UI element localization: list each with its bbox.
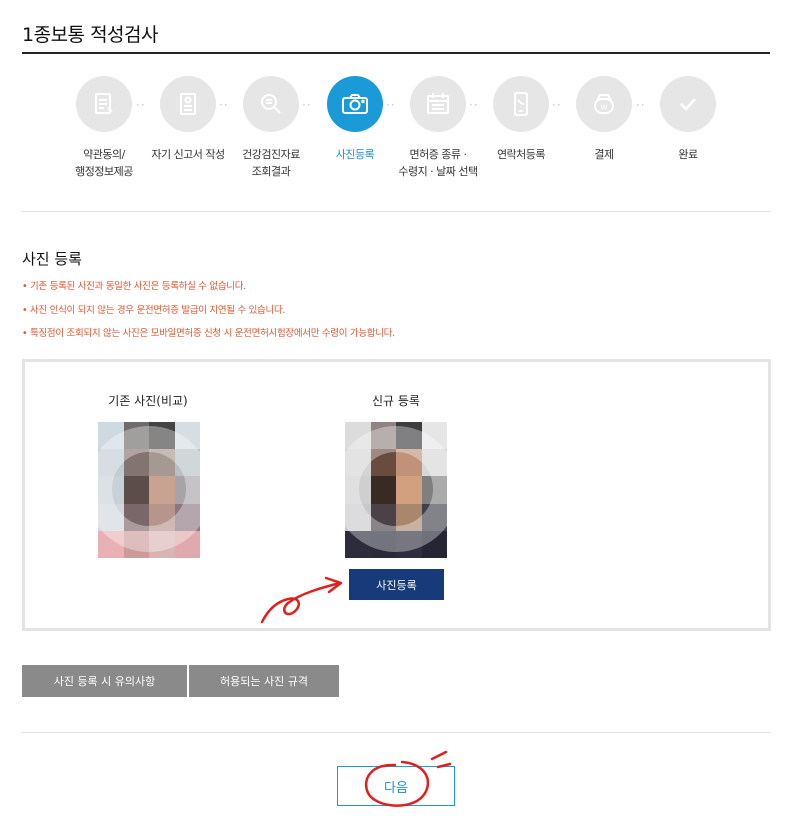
step-payment: W 결제 — [559, 76, 649, 163]
step-label: 결제 — [594, 148, 614, 161]
camera-icon — [342, 94, 368, 114]
existing-photo-title: 기존 사진(비교) — [108, 394, 188, 408]
step-label: 면허증 종류 · 수령지 · 날짜 선택 — [398, 148, 478, 178]
step-label: 건강검진자료 조회결과 — [242, 148, 300, 178]
step-contact: 연락처등록 — [476, 76, 566, 163]
step-self-report: 자기 신고서 작성 — [143, 76, 233, 163]
step-label: 연락처등록 — [496, 148, 546, 161]
step-license-type: 면허증 종류 · 수령지 · 날짜 선택 — [393, 76, 483, 180]
section-divider — [22, 211, 770, 212]
step-label: 자기 신고서 작성 — [151, 148, 225, 161]
notice-text: • 특징점이 조회되지 않는 사진은 모바일면허증 신청 시 운전면허시험장에서… — [22, 328, 395, 339]
photo-caution-button[interactable]: 사진 등록 시 유의사항 — [22, 665, 187, 697]
svg-text:W: W — [601, 104, 608, 112]
step-photo: 사진등록 — [310, 76, 400, 163]
step-label: 사진등록 — [335, 148, 375, 161]
notice-text: • 사진 인식이 되지 않는 경우 운전면허증 발급이 지연될 수 있습니다. — [22, 305, 286, 316]
next-button[interactable]: 다음 — [337, 766, 455, 806]
title-divider — [22, 52, 770, 54]
step-complete: 완료 — [643, 76, 733, 163]
photo-register-button[interactable]: 사진등록 — [349, 569, 444, 600]
step-health: 건강검진자료 조회결과 — [226, 76, 316, 180]
step-label: 완료 — [678, 148, 698, 161]
search-icon — [261, 94, 281, 114]
step-terms: 약관동의/ 행정정보제공 — [59, 76, 149, 180]
step-label: 약관동의/ 행정정보제공 — [75, 148, 133, 178]
calendar-icon — [427, 93, 449, 114]
bottom-divider — [22, 732, 770, 733]
phone-icon — [514, 92, 528, 116]
check-icon — [680, 98, 696, 111]
section-title: 사진 등록 — [22, 250, 82, 268]
page-title: 1종보통 적성검사 — [22, 24, 159, 46]
new-photo — [345, 422, 447, 558]
existing-photo — [98, 422, 200, 558]
document-icon — [95, 93, 113, 114]
photo-spec-button[interactable]: 허용되는 사진 규격 — [189, 665, 339, 697]
new-photo-title: 신규 등록 — [372, 394, 420, 408]
form-icon — [180, 93, 196, 115]
wallet-icon: W — [594, 94, 614, 114]
notice-text: • 기존 등록된 사진과 동일한 사진은 등록하실 수 없습니다. — [22, 281, 246, 292]
